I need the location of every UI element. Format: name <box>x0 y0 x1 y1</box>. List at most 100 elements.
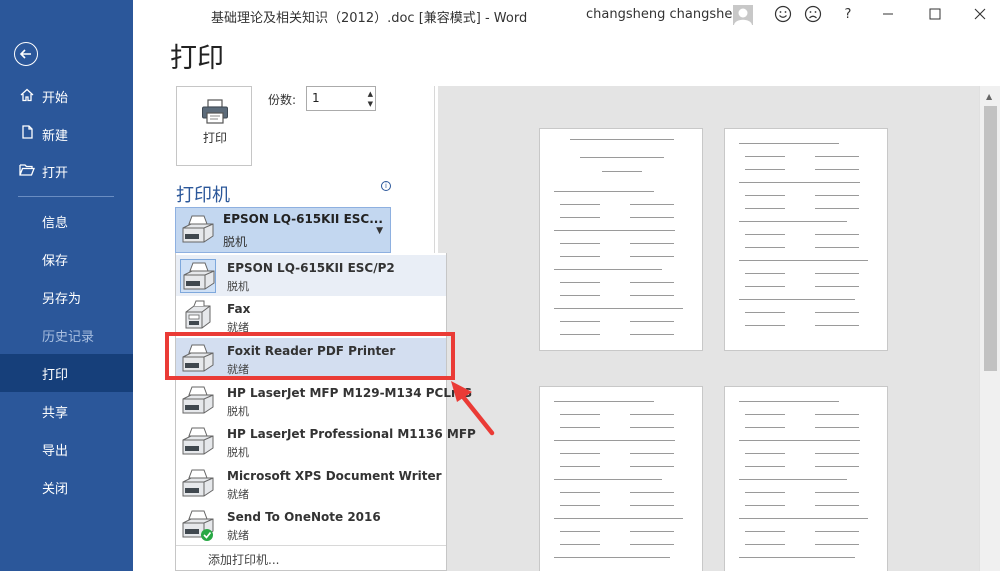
preview-text-line <box>560 282 600 284</box>
preview-text-line <box>560 453 600 455</box>
preview-text-line <box>815 234 859 236</box>
copies-value: 1 <box>312 91 320 105</box>
preview-text-line <box>560 505 600 507</box>
nav-history[interactable]: 历史记录 <box>0 316 133 354</box>
preview-text-line <box>739 260 868 262</box>
nav-history-label: 历史记录 <box>42 329 95 345</box>
back-button[interactable] <box>14 42 38 66</box>
preview-text-line <box>560 466 600 468</box>
nav-open-label: 打开 <box>42 166 69 182</box>
fax-icon <box>180 300 216 334</box>
nav-share[interactable]: 共享 <box>0 392 133 430</box>
preview-text-line <box>739 221 847 223</box>
sidebar-divider <box>18 196 114 197</box>
printer-option-onenote[interactable]: Send To OneNote 2016 就绪 <box>176 504 446 545</box>
add-printer-label: 添加打印机... <box>208 553 280 567</box>
copies-stepper[interactable]: 1 ▲ ▼ <box>306 86 376 111</box>
printer-option-hp-m1136[interactable]: HP LaserJet Professional M1136 MFP 脱机 <box>176 421 476 462</box>
nav-save[interactable]: 保存 <box>0 240 133 278</box>
printer-icon <box>180 425 216 459</box>
print-preview[interactable] <box>438 86 980 571</box>
frown-feedback-icon[interactable] <box>803 5 823 25</box>
preview-text-line <box>739 182 860 184</box>
preview-text-line <box>580 157 664 159</box>
maximize-icon[interactable] <box>925 5 945 25</box>
preview-text-line <box>815 156 859 158</box>
preview-text-line <box>630 453 674 455</box>
onenote-printer-icon <box>180 508 216 542</box>
preview-text-line <box>554 479 662 481</box>
close-icon[interactable] <box>970 5 990 25</box>
nav-save-label: 保存 <box>42 253 69 269</box>
preview-text-line <box>630 321 674 323</box>
help-button[interactable]: ? <box>838 5 858 25</box>
preview-text-line <box>570 139 674 141</box>
preview-text-line <box>554 269 662 271</box>
selected-printer-icon <box>180 214 216 252</box>
printer-option-status: 脱机 <box>227 405 249 418</box>
nav-export[interactable]: 导出 <box>0 430 133 468</box>
preview-text-line <box>815 286 859 288</box>
spin-up-icon[interactable]: ▲ <box>368 90 373 98</box>
smile-feedback-icon[interactable] <box>773 5 793 25</box>
spin-down-icon[interactable]: ▼ <box>368 100 373 108</box>
nav-close[interactable]: 关闭 <box>0 468 133 506</box>
preview-text-line <box>815 531 859 533</box>
preview-text-line <box>560 217 600 219</box>
preview-text-line <box>739 143 839 145</box>
printer-option-status: 脱机 <box>227 446 249 459</box>
scrollbar-thumb[interactable] <box>984 106 997 371</box>
preview-text-line <box>554 557 670 559</box>
preview-text-line <box>815 453 859 455</box>
preview-text-line <box>739 557 855 559</box>
nav-home-label: 开始 <box>42 91 69 107</box>
preview-text-line <box>560 204 600 206</box>
preview-text-line <box>745 531 785 533</box>
copies-label: 份数: <box>268 93 297 107</box>
preview-text-line <box>815 544 859 546</box>
printer-icon <box>180 467 216 501</box>
avatar[interactable] <box>733 5 753 25</box>
preview-text-line <box>554 518 683 520</box>
printer-option-name: EPSON LQ-615KII ESC/P2 <box>227 261 395 275</box>
preview-text-line <box>815 466 859 468</box>
preview-text-line <box>630 204 674 206</box>
printer-option-epson[interactable]: EPSON LQ-615KII ESC/P2 脱机 <box>176 255 446 296</box>
preview-text-line <box>745 414 785 416</box>
preview-text-line <box>560 243 600 245</box>
preview-text-line <box>560 256 600 258</box>
nav-open[interactable]: 打开 <box>0 153 133 191</box>
printer-option-fax[interactable]: Fax 就绪 <box>176 296 446 337</box>
preview-text-line <box>630 427 674 429</box>
info-icon[interactable]: i <box>381 181 391 191</box>
nav-save-as[interactable]: 另存为 <box>0 278 133 316</box>
preview-text-line <box>745 312 785 314</box>
printer-option-name: Send To OneNote 2016 <box>227 510 381 524</box>
preview-text-line <box>630 466 674 468</box>
preview-text-line <box>630 334 674 336</box>
preview-text-line <box>554 440 675 442</box>
user-name[interactable]: changsheng changsheng <box>586 7 749 22</box>
printer-option-hp-m129[interactable]: HP LaserJet MFP M129-M134 PCLmS 脱机 <box>176 380 472 421</box>
preview-text-line <box>815 492 859 494</box>
printer-option-name: Fax <box>227 302 251 316</box>
preview-scrollbar[interactable]: ▲ <box>979 86 1000 571</box>
print-button[interactable]: 打印 <box>176 86 252 166</box>
preview-text-line <box>630 243 674 245</box>
nav-print[interactable]: 打印 <box>0 354 133 392</box>
minimize-icon[interactable] <box>878 5 898 25</box>
preview-text-line <box>815 195 859 197</box>
red-arrow-icon <box>451 381 495 436</box>
scroll-up-icon[interactable]: ▲ <box>986 92 992 101</box>
nav-new[interactable]: 新建 <box>0 116 133 154</box>
preview-text-line <box>560 492 600 494</box>
add-printer-button[interactable]: 添加打印机... <box>176 545 446 571</box>
preview-text-line <box>560 427 600 429</box>
printer-option-xps[interactable]: Microsoft XPS Document Writer 就绪 <box>176 463 446 504</box>
printer-select[interactable]: EPSON LQ-615KII ESC... 脱机 ▼ <box>175 207 391 253</box>
nav-home[interactable]: 开始 <box>0 78 133 116</box>
nav-info[interactable]: 信息 <box>0 202 133 240</box>
nav-close-label: 关闭 <box>42 481 69 497</box>
preview-text-line <box>745 273 785 275</box>
highlight-box <box>165 332 455 380</box>
